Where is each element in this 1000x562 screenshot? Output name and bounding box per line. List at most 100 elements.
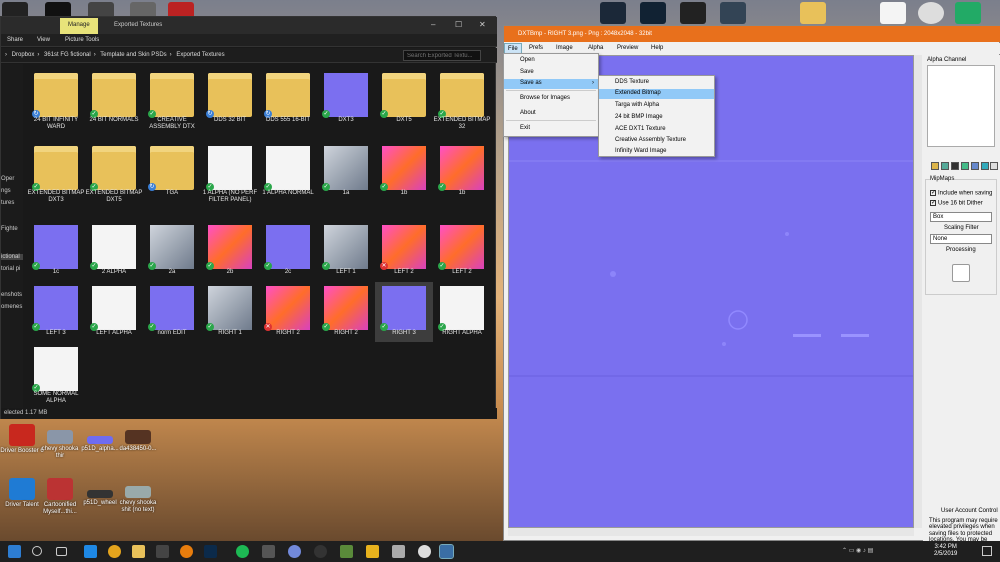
close-icon[interactable]: ✕ bbox=[479, 20, 486, 29]
app-icon[interactable] bbox=[918, 2, 944, 24]
horizontal-scrollbar[interactable] bbox=[508, 528, 914, 536]
photoshop-icon[interactable] bbox=[204, 545, 217, 558]
toolbar-icon[interactable] bbox=[971, 162, 979, 170]
chrome-icon[interactable] bbox=[108, 545, 121, 558]
nav-item-selected[interactable]: ictional bbox=[1, 254, 23, 260]
nav-item[interactable]: Oper bbox=[1, 176, 14, 182]
task-view-icon[interactable] bbox=[56, 547, 67, 556]
file-tile[interactable]: ✓ 1 ALPHA (NO PERF FILTER PANEL) bbox=[201, 142, 259, 203]
store-icon[interactable] bbox=[156, 545, 169, 558]
tab-manage[interactable]: Manage bbox=[60, 18, 98, 34]
breadcrumb-item[interactable]: Template and Skin PSDs bbox=[100, 52, 166, 58]
file-tile[interactable]: ✓ 2c bbox=[259, 221, 317, 281]
notification-icon[interactable] bbox=[982, 546, 992, 556]
file-tile[interactable]: ✓ LEFT 2 bbox=[433, 221, 491, 281]
breadcrumb-item[interactable]: Dropbox bbox=[12, 52, 35, 58]
file-tile[interactable]: ✕ LEFT 2 bbox=[375, 221, 433, 281]
spotify-icon[interactable] bbox=[236, 545, 249, 558]
explorer-titlebar[interactable]: Manage Exported Textures – ☐ ✕ bbox=[1, 17, 497, 34]
file-tile[interactable]: ✓ RIGHT ALPHA bbox=[433, 282, 491, 342]
file-tile[interactable]: ✓ SOME NORMAL ALPHA bbox=[27, 343, 85, 404]
file-tile[interactable]: ✓ DXT5 bbox=[375, 69, 433, 129]
file-tile[interactable]: ✓ RIGHT 1 bbox=[201, 282, 259, 342]
vertical-scrollbar[interactable] bbox=[914, 55, 922, 528]
file-tile[interactable]: ✓ 1c bbox=[27, 221, 85, 281]
nav-item[interactable]: enshots bbox=[1, 292, 22, 298]
nav-item[interactable]: tures bbox=[1, 200, 14, 206]
menu-item-24bit-bmp[interactable]: 24 bit BMP Image bbox=[599, 114, 714, 120]
file-tile[interactable]: ✓ RIGHT 3 bbox=[375, 282, 433, 342]
blender-icon[interactable] bbox=[180, 545, 193, 558]
nav-item[interactable]: Fighte bbox=[1, 226, 18, 232]
file-tile[interactable]: ✓ DXT3 bbox=[317, 69, 375, 129]
menu-item-extended-bitmap[interactable]: Extended Bitmap bbox=[599, 89, 714, 99]
obs-icon[interactable] bbox=[314, 545, 327, 558]
file-tile[interactable]: ✓ norm EDIT bbox=[143, 282, 201, 342]
desktop-icon[interactable]: da438450-0... bbox=[116, 430, 160, 453]
clock[interactable]: 3:42 PM 2/5/2019 bbox=[934, 544, 957, 558]
search-icon[interactable] bbox=[32, 546, 42, 556]
windows-start-icon[interactable] bbox=[8, 545, 21, 558]
file-tile[interactable]: ✓ 1a bbox=[317, 142, 375, 202]
menu-item-save-as[interactable]: Save as › bbox=[504, 79, 598, 89]
desktop-icon[interactable]: chevy shooka shit (no text) bbox=[116, 486, 160, 514]
file-tile[interactable]: ✓ EXTENDED BITMAP 32 bbox=[433, 69, 491, 130]
file-tile[interactable]: ✓ CREATIVE ASSEMBLY DTX bbox=[143, 69, 201, 130]
include-when-saving-checkbox[interactable]: ✓ Include when saving bbox=[930, 190, 992, 197]
menu-item-browse[interactable]: Browse for Images bbox=[504, 95, 598, 101]
file-tile[interactable]: ✓ 1b bbox=[375, 142, 433, 202]
tab-share[interactable]: Share bbox=[7, 37, 23, 43]
minecraft-icon[interactable] bbox=[340, 545, 353, 558]
breadcrumb-item[interactable]: 361st FG fictional bbox=[44, 52, 91, 58]
tab-picture-tools[interactable]: Picture Tools bbox=[65, 37, 99, 43]
file-tile[interactable]: ✓ 1 ALPHA NORMAL bbox=[259, 142, 317, 202]
use-16bit-dither-checkbox[interactable]: ✓ Use 16 bit Dither bbox=[930, 200, 983, 207]
jet-icon[interactable] bbox=[720, 2, 746, 24]
menu-item-creative-assembly[interactable]: Creative Assembly Texture bbox=[599, 137, 714, 143]
menu-alpha[interactable]: Alpha bbox=[588, 45, 603, 51]
processing-button[interactable] bbox=[952, 264, 970, 282]
nav-item[interactable]: torial pi bbox=[1, 266, 20, 272]
maximize-icon[interactable]: ☐ bbox=[455, 20, 462, 29]
toolbar-icon[interactable] bbox=[941, 162, 949, 170]
app-icon[interactable] bbox=[392, 545, 405, 558]
toolbar-icon[interactable] bbox=[961, 162, 969, 170]
file-tile[interactable]: ✓ LEFT 1 bbox=[317, 221, 375, 281]
menu-help[interactable]: Help bbox=[651, 45, 663, 51]
dxtbmp-titlebar[interactable]: DXTBmp - RIGHT 3.png - Png : 2048x2048 -… bbox=[504, 26, 1000, 42]
desktop-icon[interactable]: chevy shooka thir bbox=[38, 430, 82, 460]
mip-filter-select[interactable]: Box bbox=[930, 212, 992, 222]
document-icon[interactable] bbox=[880, 2, 906, 24]
app-icon[interactable] bbox=[955, 2, 981, 24]
edge-icon[interactable] bbox=[84, 545, 97, 558]
menu-item-dds-texture[interactable]: DDS Texture bbox=[599, 79, 714, 85]
menu-item-open[interactable]: Open bbox=[504, 57, 598, 63]
file-tile[interactable]: ✓ 2b bbox=[201, 221, 259, 281]
address-bar[interactable]: › Dropbox › 361st FG fictional › Template … bbox=[1, 48, 497, 63]
breadcrumb-item[interactable]: Exported Textures bbox=[176, 52, 224, 58]
menu-image[interactable]: Image bbox=[556, 45, 573, 51]
menu-item-targa[interactable]: Targa with Alpha bbox=[599, 102, 714, 108]
menu-item-ace-dxt1[interactable]: ACE DXT1 Texture bbox=[599, 126, 714, 132]
file-tile[interactable]: ✓ LEFT 3 bbox=[27, 282, 85, 342]
file-tile[interactable]: ✓ 2 ALPHA bbox=[85, 221, 143, 281]
toolbar-icon[interactable] bbox=[981, 162, 989, 170]
tab-view[interactable]: View bbox=[37, 37, 50, 43]
discord-icon[interactable] bbox=[288, 545, 301, 558]
nav-item[interactable]: ngs bbox=[1, 188, 11, 194]
zoom-icon[interactable] bbox=[990, 162, 998, 170]
file-tile[interactable]: ✓ 24 BIT NORMALS bbox=[85, 69, 143, 129]
toolbar-icon[interactable] bbox=[931, 162, 939, 170]
search-input[interactable] bbox=[403, 50, 481, 61]
minimize-icon[interactable]: – bbox=[431, 20, 435, 29]
menu-item-exit[interactable]: Exit bbox=[504, 125, 598, 131]
menu-item-infinity-ward[interactable]: Infinity Ward Image bbox=[599, 148, 714, 154]
menu-preview[interactable]: Preview bbox=[617, 45, 638, 51]
menu-item-about[interactable]: About bbox=[504, 110, 598, 116]
file-tile[interactable]: ✓ EXTENDED BITMAP DXT5 bbox=[85, 142, 143, 203]
app-icon[interactable] bbox=[366, 545, 379, 558]
toolbar-icon[interactable] bbox=[951, 162, 959, 170]
file-tile[interactable]: ↻ 24 BIT INFINITY WARD bbox=[27, 69, 85, 130]
file-tile[interactable]: ✓ RIGHT 2 bbox=[317, 282, 375, 342]
file-explorer-icon[interactable] bbox=[132, 545, 145, 558]
